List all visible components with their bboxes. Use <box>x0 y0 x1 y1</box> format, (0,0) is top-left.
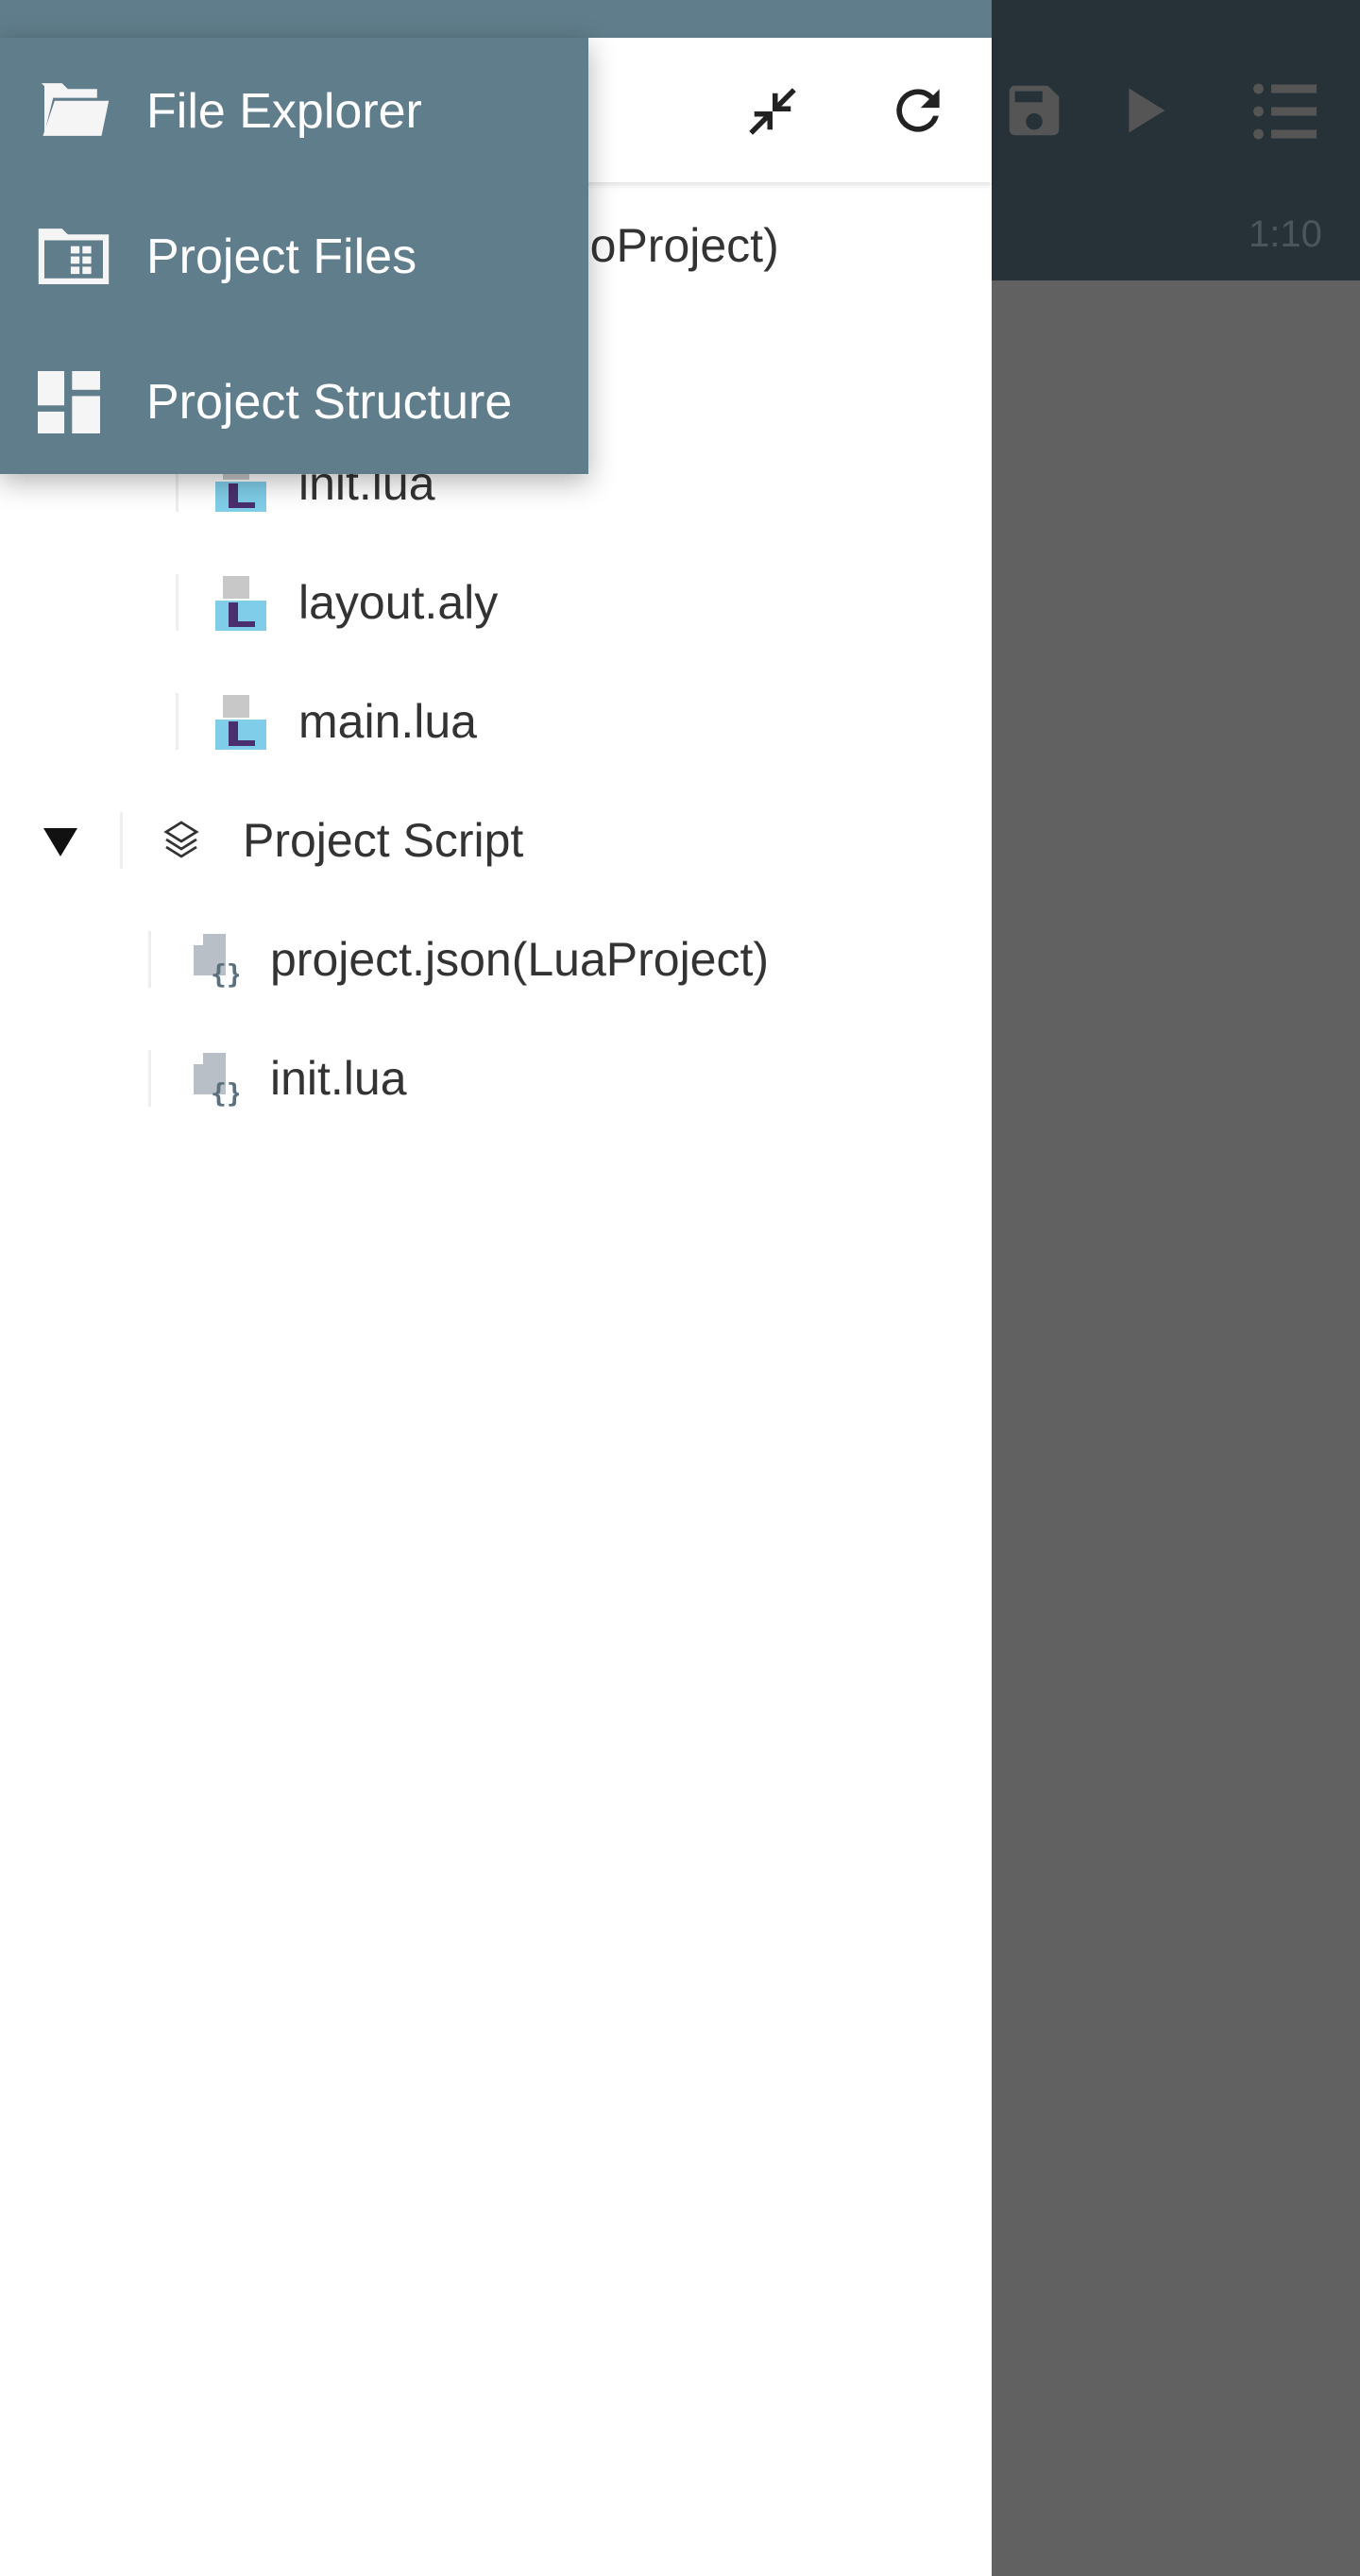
layers-icon <box>163 821 199 858</box>
menu-item-project-files[interactable]: Project Files <box>0 183 588 329</box>
tree-item-main-lua[interactable]: main.lua <box>0 662 992 781</box>
tree-guide <box>148 931 151 988</box>
list-icon[interactable] <box>1251 80 1319 143</box>
svg-text:{}: {} <box>211 958 239 989</box>
tree-item-project-json[interactable]: {} project.json(LuaProject) <box>0 900 992 1019</box>
tree-item-label: layout.aly <box>298 576 499 629</box>
tree-group-project-script[interactable]: Project Script <box>0 781 992 900</box>
svg-text:{}: {} <box>211 1077 239 1108</box>
menu-item-label: Project Structure <box>146 375 513 430</box>
lua-file-icon <box>215 576 266 631</box>
tree-group-label: Project Script <box>243 814 524 867</box>
view-mode-menu: File Explorer Project Files Project Stru… <box>0 38 588 474</box>
menu-item-label: Project Files <box>146 229 417 284</box>
project-files-icon <box>38 229 110 284</box>
menu-item-file-explorer[interactable]: File Explorer <box>0 38 588 183</box>
json-file-icon: {} <box>194 1053 239 1108</box>
tree-item-label: main.lua <box>298 695 477 748</box>
tree-item-label: project.json(LuaProject) <box>270 933 770 986</box>
tree-item-init-lua-script[interactable]: {} init.lua <box>0 1019 992 1138</box>
cursor-position: 1:10 <box>1249 213 1322 255</box>
tree-guide <box>148 1050 151 1107</box>
editor-toolbar: 1:10 <box>992 0 1360 280</box>
lua-file-icon <box>215 695 266 750</box>
folder-open-icon <box>41 83 110 136</box>
tree-guide <box>176 574 178 631</box>
collapse-icon[interactable] <box>741 80 804 143</box>
tree-item-layout-aly[interactable]: layout.aly <box>0 543 992 662</box>
status-bar <box>0 0 992 38</box>
tree-guide <box>120 812 123 869</box>
save-icon[interactable] <box>1001 77 1067 144</box>
tree-guide <box>176 693 178 750</box>
json-file-icon: {} <box>194 934 239 989</box>
refresh-icon[interactable] <box>886 78 950 143</box>
menu-item-project-structure[interactable]: Project Structure <box>0 329 588 474</box>
menu-item-label: File Explorer <box>146 84 422 139</box>
tree-item-label: init.lua <box>270 1052 407 1105</box>
play-icon[interactable] <box>1110 77 1176 144</box>
dashboard-icon <box>38 371 100 433</box>
expand-triangle-icon[interactable] <box>43 828 77 856</box>
